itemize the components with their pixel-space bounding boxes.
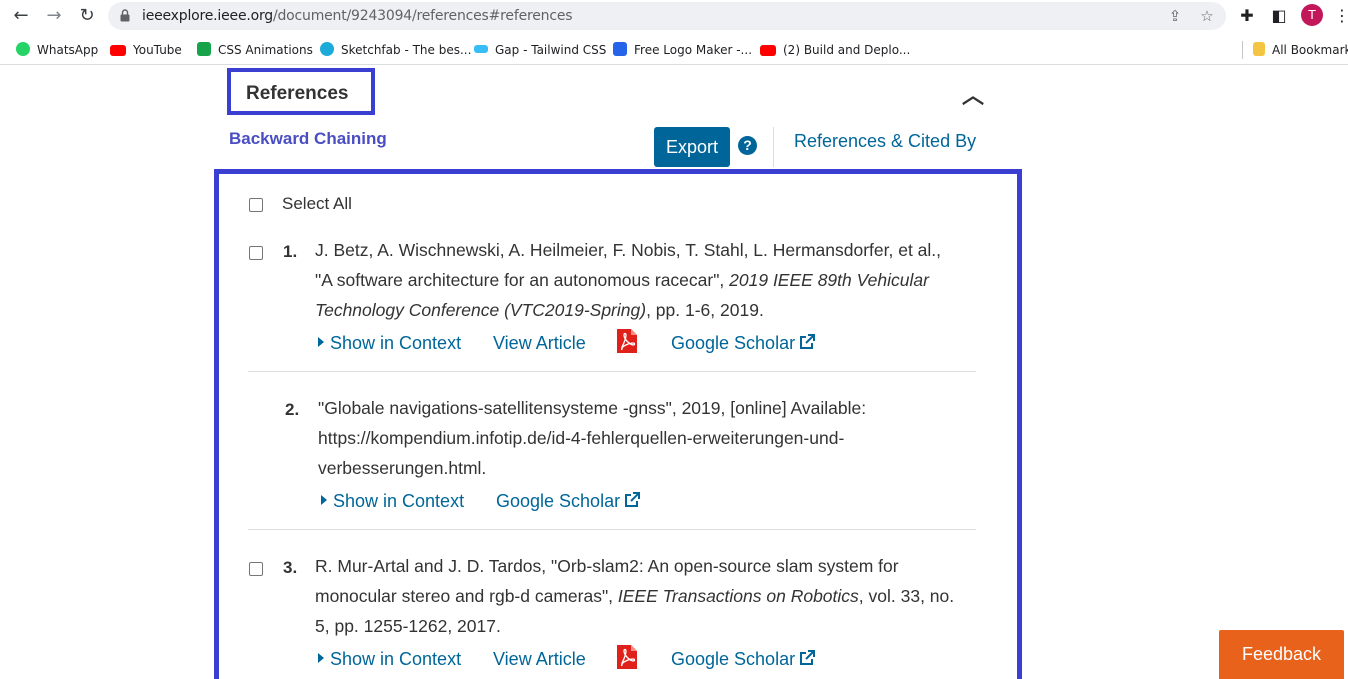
export-button[interactable]: Export: [654, 127, 730, 167]
caret-right-icon: [318, 653, 324, 663]
references-cited-by-link[interactable]: References & Cited By: [794, 131, 976, 152]
select-all-label: Select All: [282, 194, 352, 213]
page-content: References ︿ Backward Chaining Export ? …: [0, 68, 1348, 679]
sketchfab-icon: [320, 42, 334, 56]
bookmark-sketchfab[interactable]: Sketchfab - The bes...: [320, 42, 471, 58]
bookmarks-bar: WhatsApp YouTube CSS Animations Sketchfa…: [0, 35, 1348, 65]
folder-icon: [1253, 42, 1265, 56]
google-scholar-link[interactable]: Google Scholar: [671, 333, 816, 354]
reference-links: Show in Context View Article Google Scho…: [318, 645, 938, 673]
browser-toolbar: ← → ↻ ieeexplore.ieee.org/document/92430…: [0, 0, 1348, 33]
bookmark-youtube[interactable]: YouTube: [110, 42, 182, 58]
external-link-icon: [800, 650, 816, 665]
reference-number: 2.: [285, 400, 300, 419]
pdf-icon[interactable]: [617, 329, 637, 353]
reference-number: 3.: [283, 558, 298, 577]
side-panel-icon[interactable]: ◧: [1269, 6, 1289, 26]
reference-links: Show in Context View Article Google Scho…: [318, 329, 938, 357]
reference-divider: [248, 371, 976, 372]
pdf-icon[interactable]: [617, 645, 637, 669]
view-article-link[interactable]: View Article: [493, 649, 586, 670]
show-in-context-link[interactable]: Show in Context: [318, 649, 461, 670]
whatsapp-icon: [16, 42, 30, 56]
bookmark-build-deploy[interactable]: (2) Build and Deplo...: [760, 42, 910, 58]
external-link-icon: [625, 492, 641, 507]
google-scholar-link[interactable]: Google Scholar: [496, 491, 641, 512]
references-heading: References: [246, 83, 349, 104]
bookmark-css-animations[interactable]: CSS Animations: [197, 42, 313, 58]
references-list: Select All 1. J. Betz, A. Wischnewski, A…: [214, 169, 1022, 679]
lock-icon: [120, 9, 130, 22]
all-bookmarks[interactable]: All Bookmarks: [1253, 42, 1348, 58]
reference-divider: [248, 529, 976, 530]
share-icon[interactable]: ⇪: [1166, 7, 1184, 25]
show-in-context-link[interactable]: Show in Context: [321, 491, 464, 512]
url-text: ieeexplore.ieee.org/document/9243094/ref…: [142, 8, 573, 24]
reference-citation: "Globale navigations-satellitensysteme -…: [318, 398, 867, 478]
bookmark-whatsapp[interactable]: WhatsApp: [16, 42, 98, 58]
bookmark-logo-maker[interactable]: Free Logo Maker -...: [613, 42, 752, 58]
google-scholar-link[interactable]: Google Scholar: [671, 649, 816, 670]
chevron-up-icon[interactable]: ︿: [962, 78, 984, 110]
reference-number: 1.: [283, 242, 298, 261]
reference-venue: IEEE Transactions on Robotics: [617, 586, 859, 606]
menu-kebab-icon[interactable]: ⋮: [1334, 6, 1348, 26]
reference-citation: J. Betz, A. Wischnewski, A. Heilmeier, F…: [315, 240, 942, 320]
reference-citation: R. Mur-Artal and J. D. Tardos, "Orb-slam…: [315, 556, 955, 636]
extensions-icon[interactable]: ✚: [1237, 6, 1257, 26]
caret-right-icon: [318, 337, 324, 347]
youtube-icon: [110, 45, 126, 56]
view-article-link[interactable]: View Article: [493, 333, 586, 354]
feedback-button[interactable]: Feedback: [1219, 630, 1344, 679]
show-in-context-link[interactable]: Show in Context: [318, 333, 461, 354]
select-all-checkbox[interactable]: [249, 198, 263, 212]
logo-maker-icon: [613, 42, 627, 56]
star-icon[interactable]: ☆: [1198, 7, 1216, 25]
reference-checkbox[interactable]: [249, 246, 263, 260]
external-link-icon: [800, 334, 816, 349]
youtube-icon: [760, 45, 776, 56]
back-arrow-icon[interactable]: ←: [10, 6, 32, 26]
reload-icon[interactable]: ↻: [76, 6, 98, 26]
profile-avatar[interactable]: T: [1301, 4, 1323, 26]
backward-chaining-label: Backward Chaining: [229, 129, 387, 148]
tailwind-icon: [474, 45, 488, 53]
help-icon[interactable]: ?: [738, 136, 757, 155]
reference-checkbox[interactable]: [249, 562, 263, 576]
caret-right-icon: [321, 495, 327, 505]
w-logo-icon: [197, 42, 211, 56]
divider: [773, 127, 774, 167]
bookmark-tailwind[interactable]: Gap - Tailwind CSS: [474, 42, 606, 58]
bookmarks-separator: [1242, 41, 1243, 59]
reference-links: Show in Context Google Scholar: [321, 491, 741, 515]
references-heading-box: References: [227, 68, 375, 115]
forward-arrow-icon[interactable]: →: [43, 6, 65, 26]
address-bar[interactable]: ieeexplore.ieee.org/document/9243094/ref…: [108, 2, 1226, 30]
